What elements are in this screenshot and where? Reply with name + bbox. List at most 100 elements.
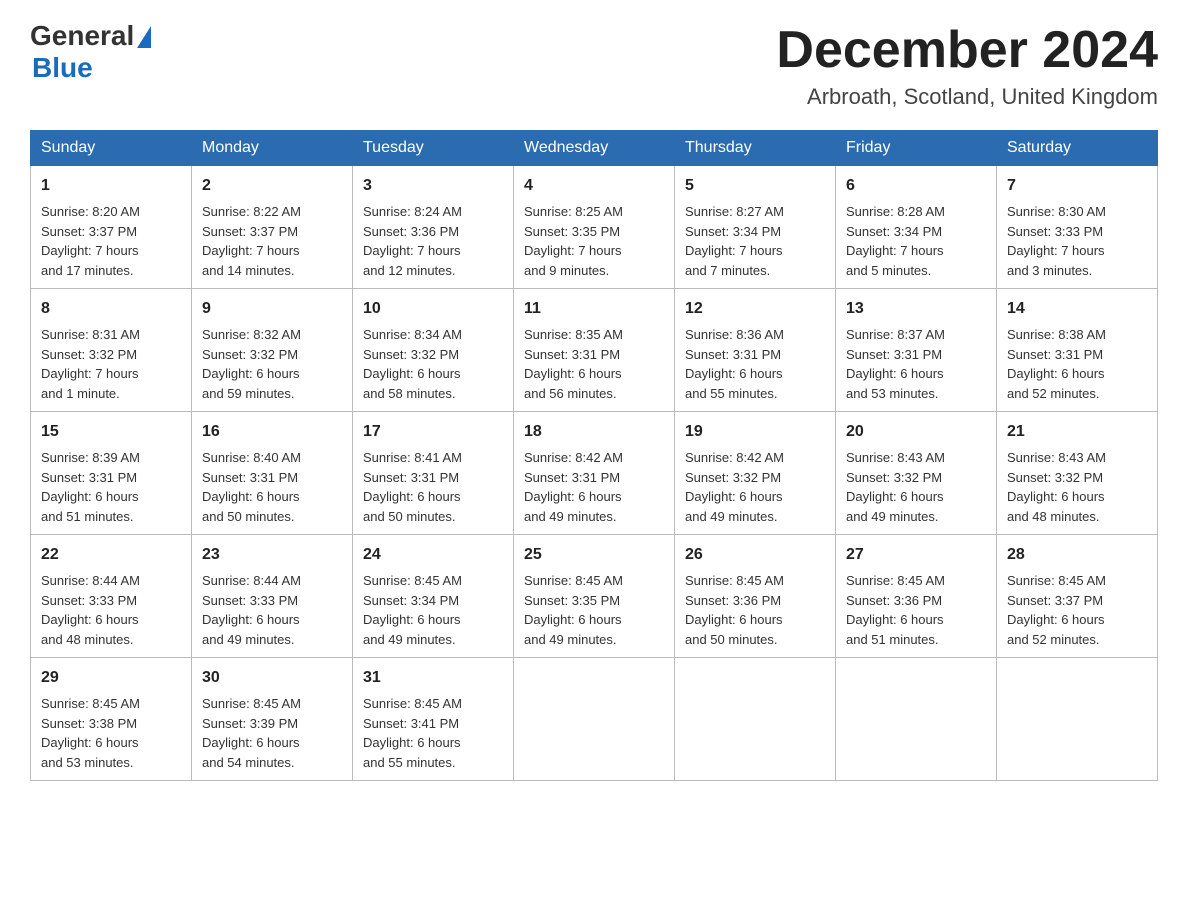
table-cell: 18 Sunrise: 8:42 AM Sunset: 3:31 PM Dayl… <box>514 412 675 535</box>
sunset-label: Sunset: 3:34 PM <box>685 224 781 239</box>
table-cell: 25 Sunrise: 8:45 AM Sunset: 3:35 PM Dayl… <box>514 535 675 658</box>
daylight-label: Daylight: 6 hours <box>363 366 461 381</box>
sunrise-label: Sunrise: 8:36 AM <box>685 327 784 342</box>
page-header: General Blue December 2024 Arbroath, Sco… <box>30 20 1158 110</box>
week-row-5: 29 Sunrise: 8:45 AM Sunset: 3:38 PM Dayl… <box>31 658 1158 781</box>
day-number: 20 <box>846 420 986 444</box>
daylight-minutes-label: and 48 minutes. <box>1007 509 1100 524</box>
daylight-label: Daylight: 6 hours <box>202 489 300 504</box>
sunset-label: Sunset: 3:31 PM <box>202 470 298 485</box>
sunrise-label: Sunrise: 8:45 AM <box>363 696 462 711</box>
day-number: 4 <box>524 174 664 198</box>
sunset-label: Sunset: 3:34 PM <box>363 593 459 608</box>
sunrise-label: Sunrise: 8:39 AM <box>41 450 140 465</box>
table-cell: 26 Sunrise: 8:45 AM Sunset: 3:36 PM Dayl… <box>675 535 836 658</box>
sunset-label: Sunset: 3:36 PM <box>685 593 781 608</box>
daylight-minutes-label: and 58 minutes. <box>363 386 456 401</box>
sunset-label: Sunset: 3:32 PM <box>1007 470 1103 485</box>
table-cell: 1 Sunrise: 8:20 AM Sunset: 3:37 PM Dayli… <box>31 166 192 289</box>
daylight-label: Daylight: 6 hours <box>1007 489 1105 504</box>
table-cell: 3 Sunrise: 8:24 AM Sunset: 3:36 PM Dayli… <box>353 166 514 289</box>
month-title: December 2024 <box>776 20 1158 80</box>
daylight-minutes-label: and 54 minutes. <box>202 755 295 770</box>
sunset-label: Sunset: 3:31 PM <box>685 347 781 362</box>
sunset-label: Sunset: 3:33 PM <box>1007 224 1103 239</box>
th-friday: Friday <box>836 131 997 166</box>
daylight-label: Daylight: 6 hours <box>685 612 783 627</box>
logo-general-text: General <box>30 20 134 52</box>
daylight-label: Daylight: 7 hours <box>363 243 461 258</box>
daylight-minutes-label: and 9 minutes. <box>524 263 609 278</box>
sunrise-label: Sunrise: 8:45 AM <box>846 573 945 588</box>
day-number: 3 <box>363 174 503 198</box>
daylight-minutes-label: and 55 minutes. <box>363 755 456 770</box>
sunset-label: Sunset: 3:38 PM <box>41 716 137 731</box>
day-number: 31 <box>363 666 503 690</box>
daylight-label: Daylight: 6 hours <box>41 612 139 627</box>
table-cell: 5 Sunrise: 8:27 AM Sunset: 3:34 PM Dayli… <box>675 166 836 289</box>
daylight-minutes-label: and 48 minutes. <box>41 632 134 647</box>
daylight-minutes-label: and 50 minutes. <box>685 632 778 647</box>
sunrise-label: Sunrise: 8:27 AM <box>685 204 784 219</box>
daylight-minutes-label: and 50 minutes. <box>202 509 295 524</box>
sunrise-label: Sunrise: 8:30 AM <box>1007 204 1106 219</box>
table-cell <box>675 658 836 781</box>
day-number: 1 <box>41 174 181 198</box>
sunrise-label: Sunrise: 8:22 AM <box>202 204 301 219</box>
sunset-label: Sunset: 3:32 PM <box>41 347 137 362</box>
daylight-minutes-label: and 52 minutes. <box>1007 386 1100 401</box>
week-row-1: 1 Sunrise: 8:20 AM Sunset: 3:37 PM Dayli… <box>31 166 1158 289</box>
day-number: 19 <box>685 420 825 444</box>
day-number: 6 <box>846 174 986 198</box>
daylight-label: Daylight: 6 hours <box>685 366 783 381</box>
table-cell: 19 Sunrise: 8:42 AM Sunset: 3:32 PM Dayl… <box>675 412 836 535</box>
sunrise-label: Sunrise: 8:38 AM <box>1007 327 1106 342</box>
sunrise-label: Sunrise: 8:45 AM <box>41 696 140 711</box>
calendar-table: Sunday Monday Tuesday Wednesday Thursday… <box>30 130 1158 781</box>
daylight-minutes-label: and 51 minutes. <box>41 509 134 524</box>
day-number: 2 <box>202 174 342 198</box>
daylight-minutes-label: and 17 minutes. <box>41 263 134 278</box>
sunset-label: Sunset: 3:32 PM <box>363 347 459 362</box>
day-number: 9 <box>202 297 342 321</box>
daylight-minutes-label: and 1 minute. <box>41 386 120 401</box>
sunset-label: Sunset: 3:34 PM <box>846 224 942 239</box>
sunrise-label: Sunrise: 8:42 AM <box>524 450 623 465</box>
th-monday: Monday <box>192 131 353 166</box>
daylight-minutes-label: and 14 minutes. <box>202 263 295 278</box>
table-cell: 13 Sunrise: 8:37 AM Sunset: 3:31 PM Dayl… <box>836 289 997 412</box>
daylight-minutes-label: and 50 minutes. <box>363 509 456 524</box>
sunrise-label: Sunrise: 8:45 AM <box>202 696 301 711</box>
table-cell <box>997 658 1158 781</box>
day-number: 17 <box>363 420 503 444</box>
daylight-label: Daylight: 6 hours <box>524 489 622 504</box>
sunrise-label: Sunrise: 8:45 AM <box>363 573 462 588</box>
daylight-label: Daylight: 6 hours <box>846 489 944 504</box>
sunrise-label: Sunrise: 8:31 AM <box>41 327 140 342</box>
sunrise-label: Sunrise: 8:37 AM <box>846 327 945 342</box>
daylight-minutes-label: and 49 minutes. <box>846 509 939 524</box>
table-cell: 2 Sunrise: 8:22 AM Sunset: 3:37 PM Dayli… <box>192 166 353 289</box>
sunrise-label: Sunrise: 8:34 AM <box>363 327 462 342</box>
day-number: 28 <box>1007 543 1147 567</box>
daylight-minutes-label: and 53 minutes. <box>846 386 939 401</box>
day-number: 7 <box>1007 174 1147 198</box>
daylight-minutes-label: and 51 minutes. <box>846 632 939 647</box>
sunset-label: Sunset: 3:31 PM <box>524 470 620 485</box>
day-number: 8 <box>41 297 181 321</box>
day-number: 14 <box>1007 297 1147 321</box>
daylight-minutes-label: and 49 minutes. <box>202 632 295 647</box>
daylight-label: Daylight: 6 hours <box>202 366 300 381</box>
daylight-minutes-label: and 49 minutes. <box>363 632 456 647</box>
sunrise-label: Sunrise: 8:44 AM <box>202 573 301 588</box>
daylight-label: Daylight: 6 hours <box>41 735 139 750</box>
sunrise-label: Sunrise: 8:45 AM <box>1007 573 1106 588</box>
sunrise-label: Sunrise: 8:25 AM <box>524 204 623 219</box>
table-cell: 9 Sunrise: 8:32 AM Sunset: 3:32 PM Dayli… <box>192 289 353 412</box>
sunset-label: Sunset: 3:31 PM <box>363 470 459 485</box>
table-cell: 17 Sunrise: 8:41 AM Sunset: 3:31 PM Dayl… <box>353 412 514 535</box>
table-cell: 30 Sunrise: 8:45 AM Sunset: 3:39 PM Dayl… <box>192 658 353 781</box>
sunrise-label: Sunrise: 8:42 AM <box>685 450 784 465</box>
table-cell: 22 Sunrise: 8:44 AM Sunset: 3:33 PM Dayl… <box>31 535 192 658</box>
th-sunday: Sunday <box>31 131 192 166</box>
